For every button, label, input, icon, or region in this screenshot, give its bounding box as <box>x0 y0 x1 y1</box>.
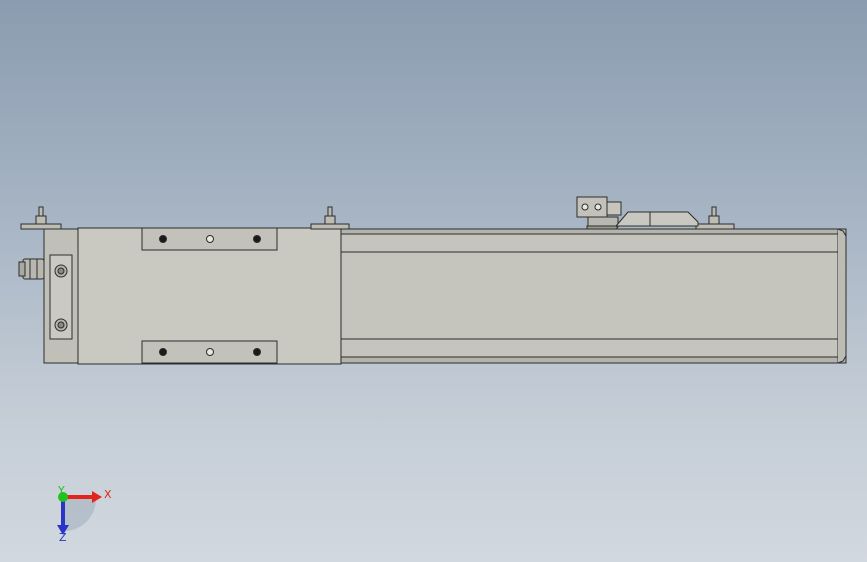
axis-triad: X Y Z <box>57 484 112 544</box>
x-axis-label: X <box>104 488 112 501</box>
triad-shadow <box>64 499 96 531</box>
graphics-viewport[interactable]: X Y Z <box>0 0 867 562</box>
z-axis-label: Z <box>59 531 67 544</box>
y-axis-label: Y <box>57 484 65 497</box>
